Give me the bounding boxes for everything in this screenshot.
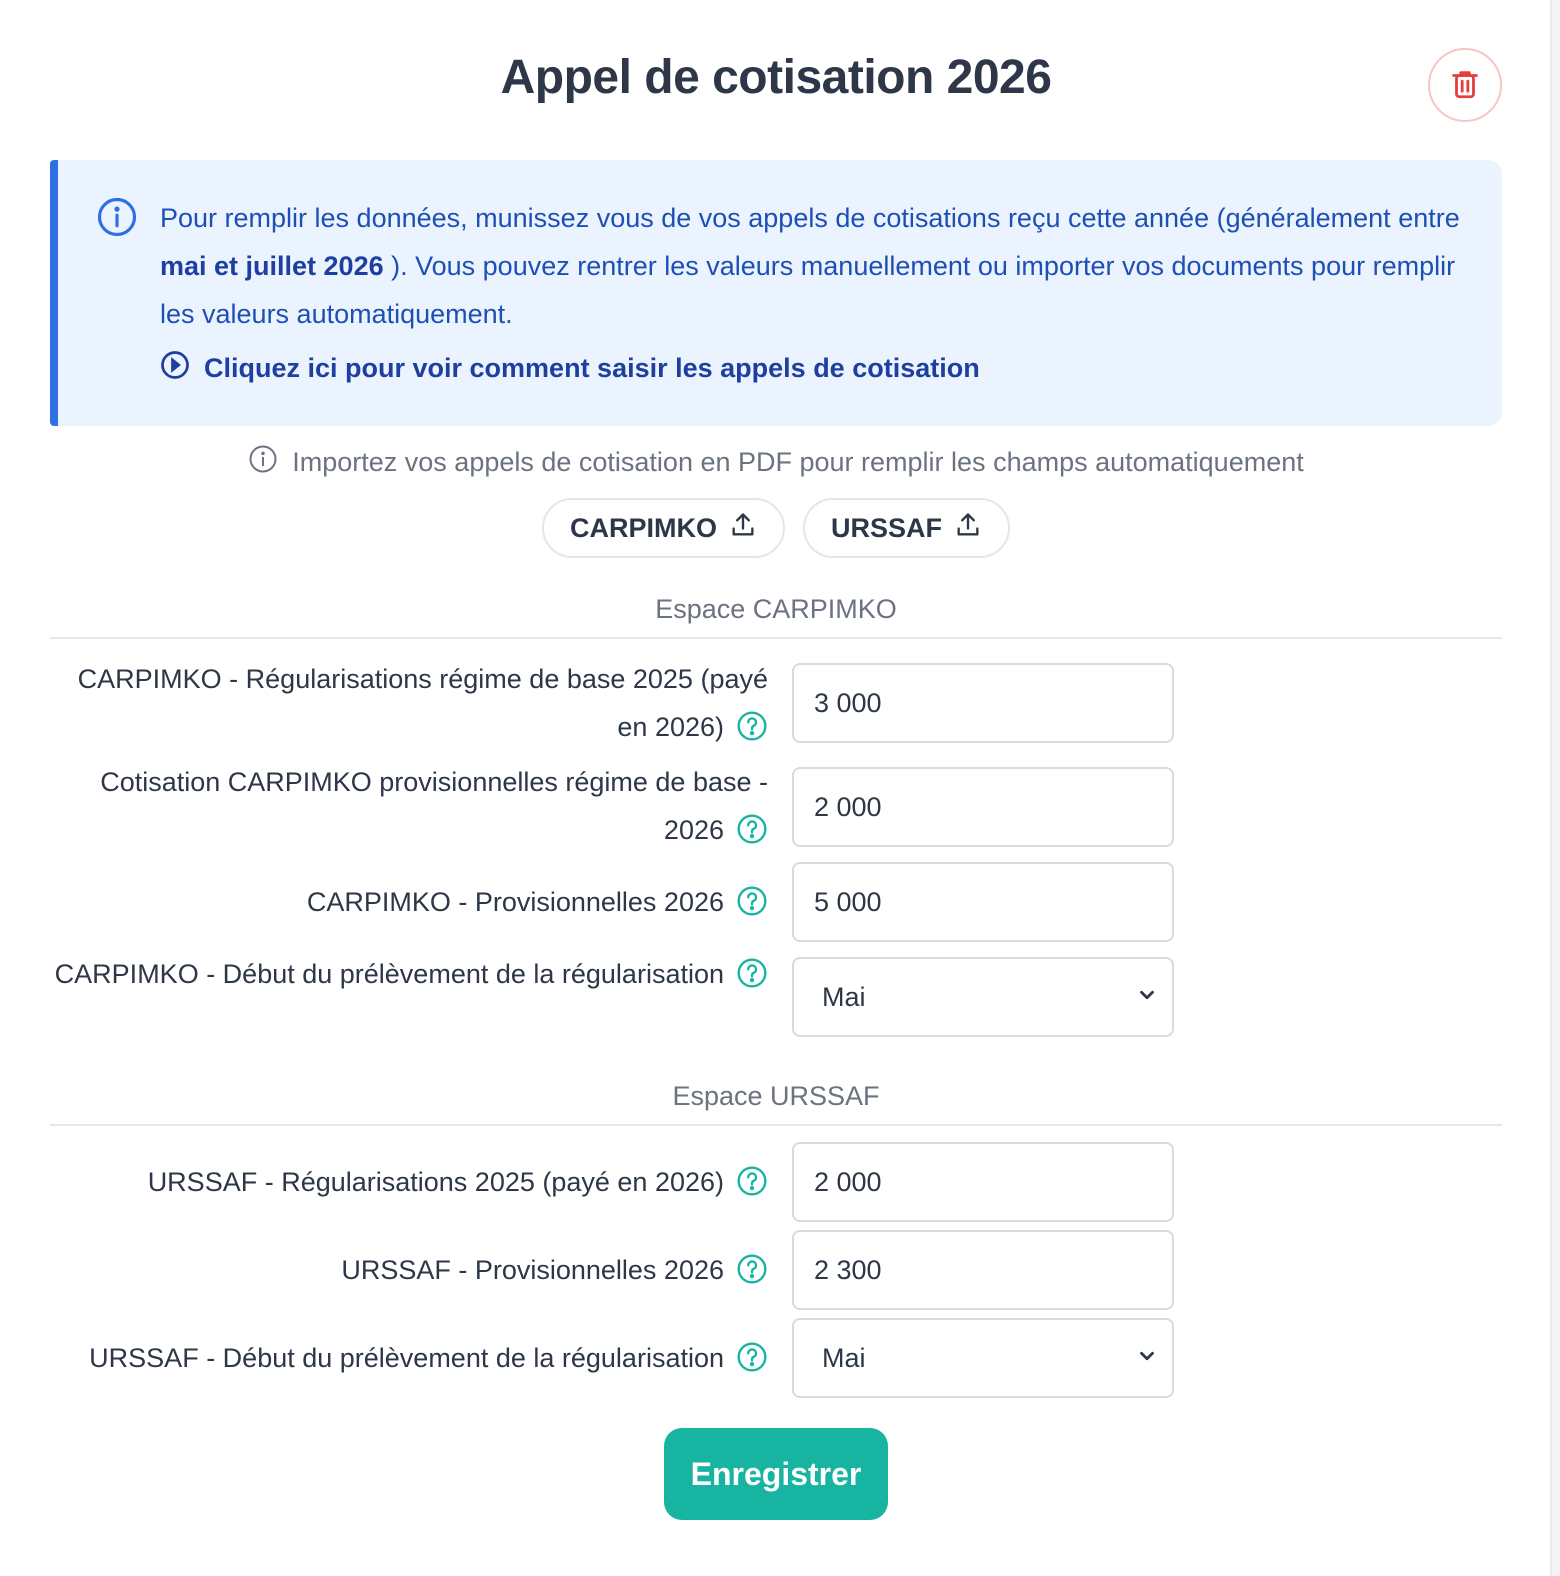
help-icon[interactable] [736, 956, 768, 988]
trash-icon [1448, 67, 1482, 104]
save-button[interactable]: Enregistrer [664, 1428, 888, 1520]
info-text-part: Pour remplir les données, munissez vous … [160, 203, 1460, 233]
help-icon[interactable] [736, 1164, 768, 1196]
field-label: URSSAF - Régularisations 2025 (payé en 2… [48, 1158, 768, 1206]
help-icon[interactable] [736, 812, 768, 844]
field-label: URSSAF - Début du prélèvement de la régu… [48, 1334, 768, 1382]
play-icon [160, 350, 190, 387]
section-urssaf-title: Espace URSSAF [50, 1081, 1502, 1126]
page-title: Appel de cotisation 2026 [500, 51, 1052, 104]
chevron-down-icon [1136, 1343, 1158, 1374]
help-icon[interactable] [736, 1340, 768, 1372]
help-icon[interactable] [736, 884, 768, 916]
select-value: Mai [822, 981, 866, 1012]
upload-icon [954, 511, 982, 546]
carpimko-regularisation-input[interactable]: 3 000 [792, 663, 1174, 743]
import-buttons: CARPIMKO URSSAF [0, 498, 1552, 558]
urssaf-debut-prelevement-select[interactable]: Mai [792, 1318, 1174, 1398]
info-box: Pour remplir les données, munissez vous … [50, 160, 1502, 426]
field-label: CARPIMKO - Provisionnelles 2026 [48, 878, 768, 926]
carpimko-debut-prelevement-select[interactable]: Mai [792, 957, 1174, 1037]
urssaf-provisionnelles-input[interactable]: 2 300 [792, 1230, 1174, 1310]
urssaf-regularisation-input[interactable]: 2 000 [792, 1142, 1174, 1222]
field-label-text: URSSAF - Régularisations 2025 (payé en 2… [147, 1167, 724, 1197]
import-urssaf-label: URSSAF [830, 512, 942, 543]
help-video-link-label: Cliquez ici pour voir comment saisir les… [204, 353, 980, 383]
field-label-text: CARPIMKO - Provisionnelles 2026 [306, 887, 724, 917]
carpimko-provisionnelles-base-input[interactable]: 2 000 [792, 767, 1174, 847]
help-icon[interactable] [736, 709, 768, 741]
help-icon[interactable] [736, 1252, 768, 1284]
field-label: CARPIMKO - Régularisations régime de bas… [48, 655, 768, 751]
import-carpimko-button[interactable]: CARPIMKO [541, 498, 785, 558]
upload-icon [729, 511, 757, 546]
carpimko-provisionnelles-input[interactable]: 5 000 [792, 862, 1174, 942]
field-label-text: CARPIMKO - Régularisations régime de bas… [77, 664, 768, 742]
field-label: Cotisation CARPIMKO provisionnelles régi… [48, 758, 768, 854]
import-urssaf-button[interactable]: URSSAF [802, 498, 1010, 558]
info-text: Pour remplir les données, munissez vous … [160, 194, 1480, 338]
info-outline-icon [248, 444, 278, 481]
field-label: CARPIMKO - Début du prélèvement de la ré… [48, 950, 768, 998]
field-label-text: URSSAF - Provisionnelles 2026 [341, 1255, 724, 1285]
field-label-text: URSSAF - Début du prélèvement de la régu… [89, 1343, 724, 1373]
select-value: Mai [822, 1342, 866, 1373]
field-label: URSSAF - Provisionnelles 2026 [48, 1246, 768, 1294]
delete-button[interactable] [1428, 48, 1502, 122]
field-label-text: Cotisation CARPIMKO provisionnelles régi… [100, 767, 768, 845]
info-text-highlight: mai et juillet 2026 [160, 251, 384, 281]
import-carpimko-label: CARPIMKO [569, 512, 717, 543]
section-carpimko-title: Espace CARPIMKO [50, 594, 1502, 639]
main-card: Appel de cotisation 2026 Pour remplir le… [0, 0, 1552, 1576]
field-label-text: CARPIMKO - Début du prélèvement de la ré… [54, 959, 724, 989]
info-icon [96, 196, 138, 243]
import-note: Importez vos appels de cotisation en PDF… [0, 444, 1552, 481]
help-video-link[interactable]: Cliquez ici pour voir comment saisir les… [160, 350, 980, 387]
import-note-text: Importez vos appels de cotisation en PDF… [292, 447, 1304, 477]
chevron-down-icon [1136, 982, 1158, 1013]
